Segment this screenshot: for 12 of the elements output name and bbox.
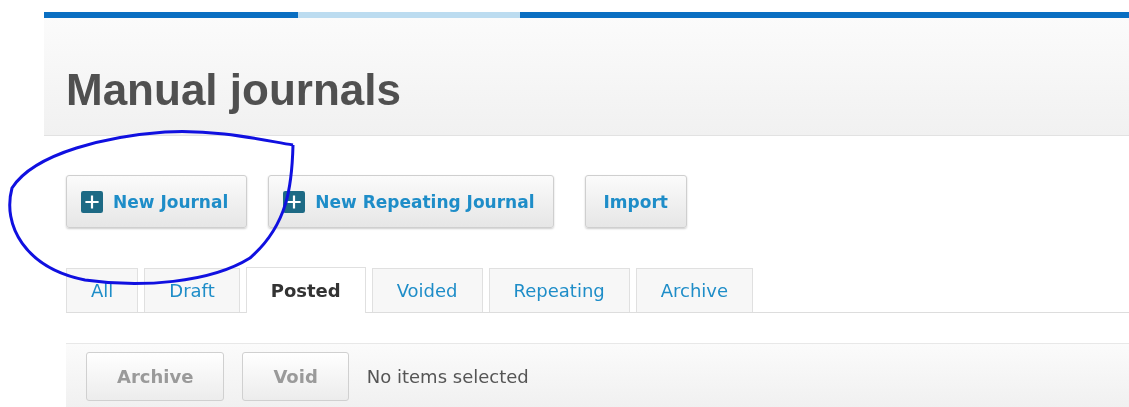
action-button[interactable]: New Journal (66, 175, 248, 228)
page-title: Manual journals (66, 65, 401, 115)
action-button[interactable]: New Repeating Journal (268, 175, 554, 228)
selection-status: No items selected (366, 366, 529, 387)
tab[interactable]: Voided (371, 268, 483, 312)
tab[interactable]: All (66, 268, 139, 312)
tab[interactable]: Draft (144, 268, 240, 312)
action-button[interactable]: Import (584, 175, 687, 228)
tab[interactable]: Repeating (488, 268, 630, 312)
plus-icon (81, 190, 103, 213)
tab[interactable]: Posted (245, 267, 366, 313)
tab[interactable]: Archive (635, 268, 754, 312)
